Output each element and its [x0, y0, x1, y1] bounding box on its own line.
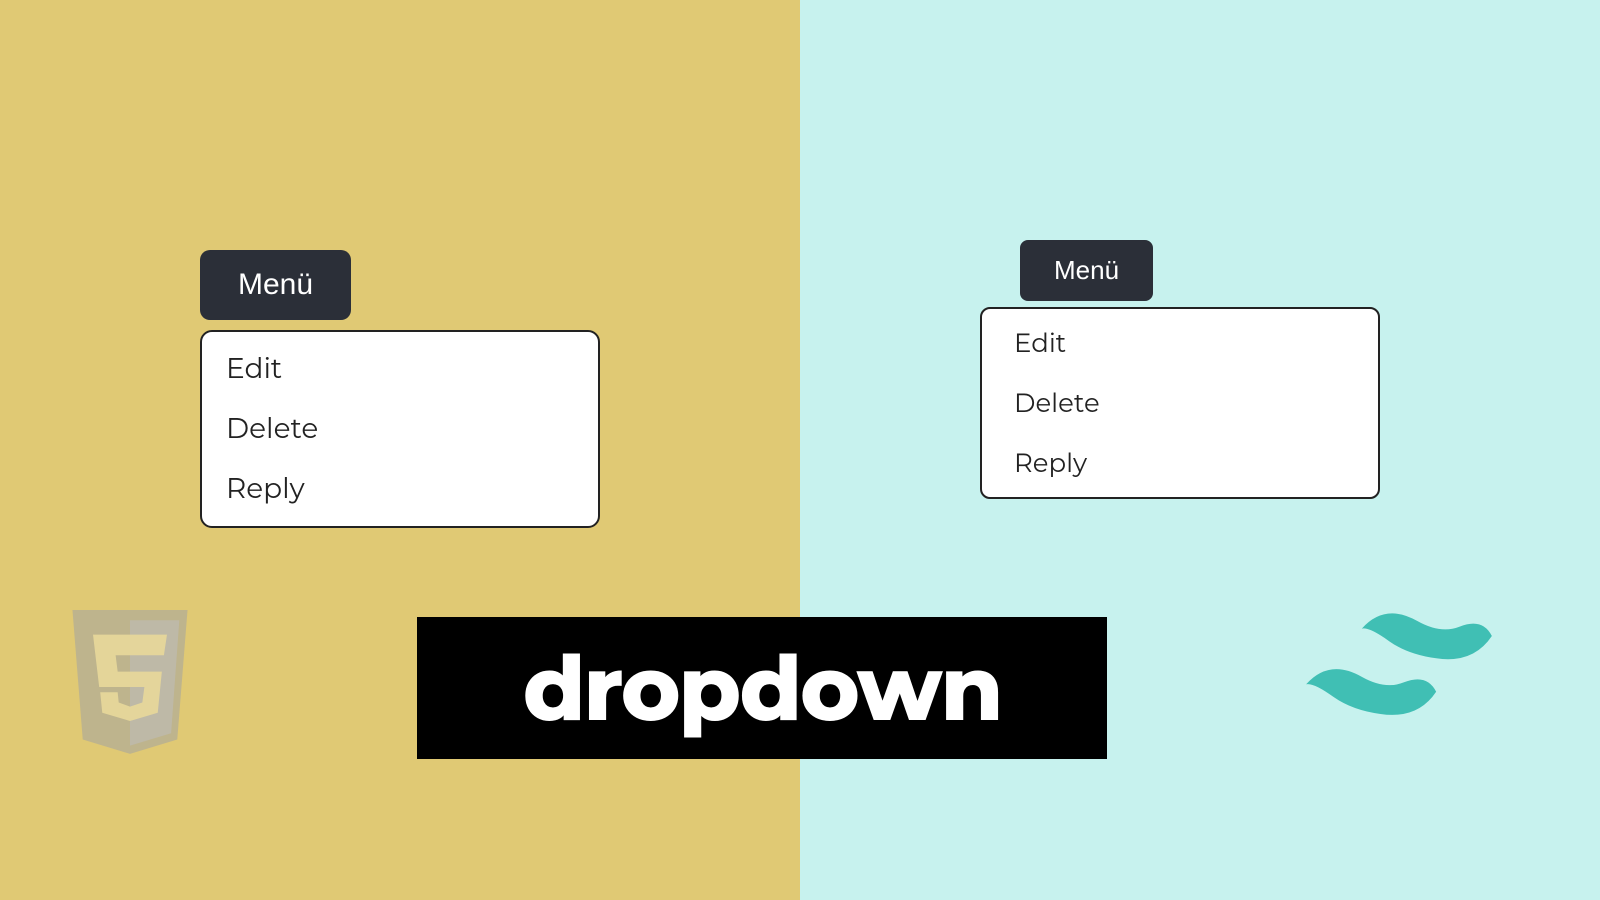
menu-item-reply[interactable]: Reply [226, 472, 574, 506]
menu-item-delete[interactable]: Delete [1014, 387, 1346, 419]
title-banner: dropdown [417, 617, 1107, 759]
menu-list: Edit Delete Reply [980, 307, 1380, 499]
menu-item-reply[interactable]: Reply [1014, 447, 1346, 479]
menu-item-edit[interactable]: Edit [226, 352, 574, 386]
dropdown-tailwind: Menü Edit Delete Reply [1020, 240, 1380, 499]
css3-icon [64, 610, 196, 760]
menu-button[interactable]: Menü [1020, 240, 1153, 301]
menu-button[interactable]: Menü [200, 250, 351, 320]
menu-item-edit[interactable]: Edit [1014, 327, 1346, 359]
tailwind-icon [1294, 610, 1504, 740]
menu-list: Edit Delete Reply [200, 330, 600, 528]
dropdown-css3: Menü Edit Delete Reply [200, 250, 600, 528]
menu-item-delete[interactable]: Delete [226, 412, 574, 446]
